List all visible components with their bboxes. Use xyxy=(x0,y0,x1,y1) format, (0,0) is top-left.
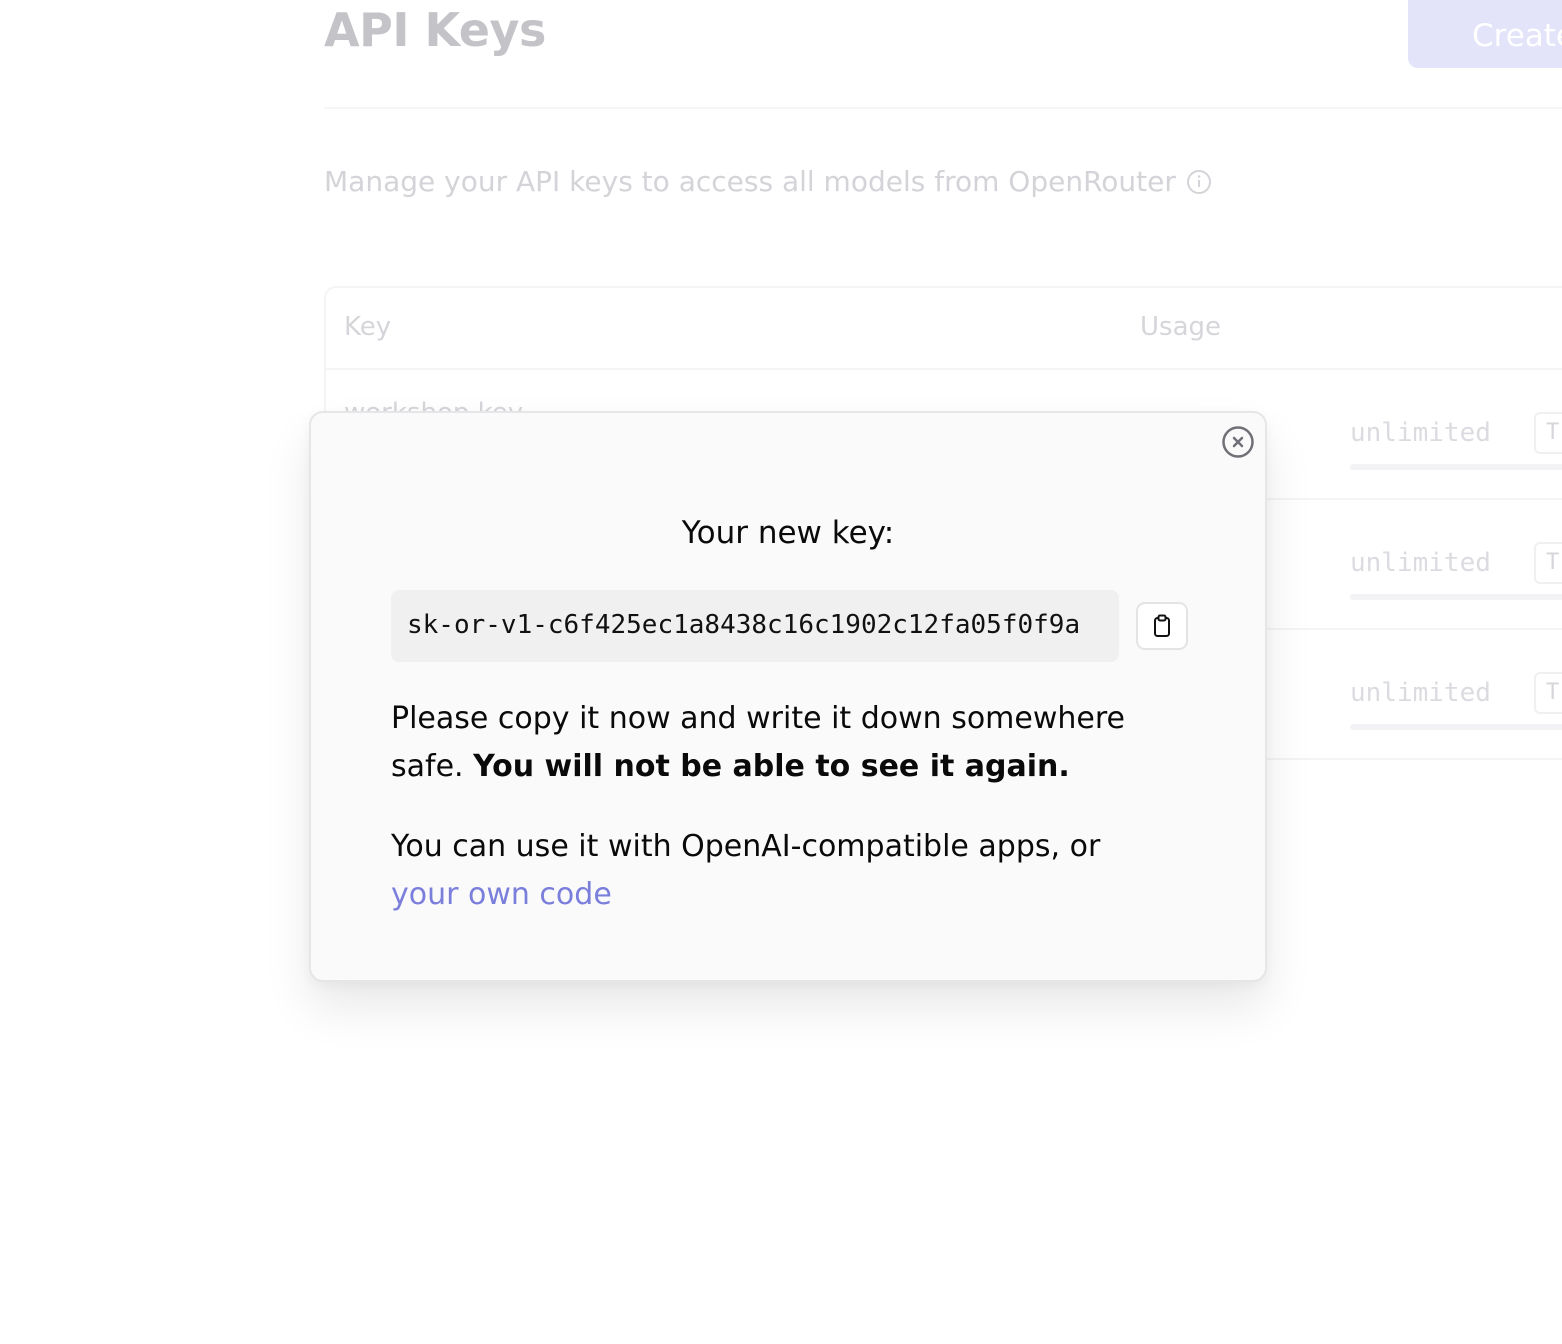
api-key-field[interactable]: sk-or-v1-c6f425ec1a8438c16c1902c12fa05f0… xyxy=(391,590,1119,662)
create-key-button[interactable]: Create xyxy=(1408,0,1562,68)
usage-text: You can use it with OpenAI-compatible ap… xyxy=(391,829,1101,864)
column-header-key: Key xyxy=(344,312,392,342)
row-action-button[interactable]: T xyxy=(1534,672,1562,714)
limit-text: unlimited xyxy=(1350,418,1491,448)
warning-message: Please copy it now and write it down som… xyxy=(391,695,1171,791)
dialog-title: Your new key: xyxy=(681,515,895,551)
limit-bar xyxy=(1350,594,1562,600)
copy-key-button[interactable] xyxy=(1136,602,1188,650)
subtitle-text: Manage your API keys to access all model… xyxy=(324,165,1176,198)
row-action-button[interactable]: T xyxy=(1534,412,1562,454)
page-subtitle: Manage your API keys to access all model… xyxy=(324,162,1212,202)
limit-bar xyxy=(1350,724,1562,730)
new-key-dialog: Your new key: sk-or-v1-c6f425ec1a8438c16… xyxy=(309,411,1267,982)
usage-message: You can use it with OpenAI-compatible ap… xyxy=(391,823,1191,919)
limit-bar xyxy=(1350,464,1562,470)
page-title: API Keys xyxy=(324,3,546,57)
close-icon[interactable] xyxy=(1221,425,1255,459)
limit-text: unlimited xyxy=(1350,548,1491,578)
row-action-button[interactable]: T xyxy=(1534,542,1562,584)
info-icon[interactable] xyxy=(1186,169,1212,195)
api-key-value[interactable]: sk-or-v1-c6f425ec1a8438c16c1902c12fa05f0… xyxy=(407,607,1080,643)
own-code-link[interactable]: your own code xyxy=(391,877,612,912)
clipboard-icon xyxy=(1151,614,1173,638)
title-divider xyxy=(324,107,1562,109)
warning-bold: You will not be able to see it again. xyxy=(473,749,1070,784)
limit-text: unlimited xyxy=(1350,678,1491,708)
column-header-usage: Usage xyxy=(1140,312,1222,342)
